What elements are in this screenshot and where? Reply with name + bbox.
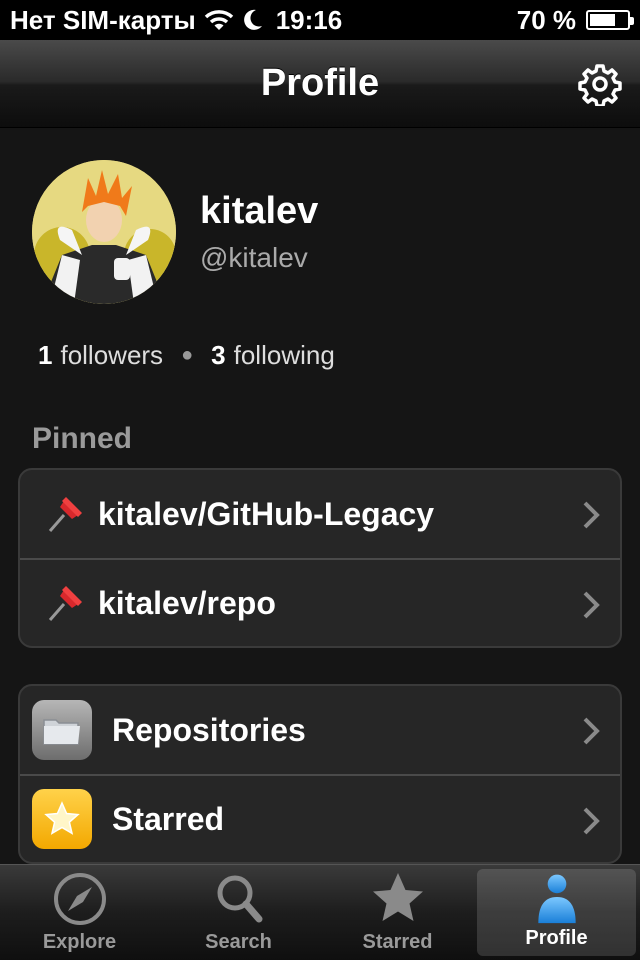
tab-search[interactable]: Search bbox=[159, 865, 318, 960]
pinned-item-label: kitalev/GitHub-Legacy bbox=[98, 495, 435, 532]
pinned-item-label: kitalev/repo bbox=[98, 584, 276, 621]
person-icon bbox=[537, 874, 576, 924]
pinned-item[interactable]: kitalev/GitHub-Legacy bbox=[20, 470, 620, 558]
tab-label: Search bbox=[205, 931, 272, 953]
pushpin-icon bbox=[48, 497, 82, 532]
starred-row[interactable]: Starred bbox=[20, 774, 620, 862]
tab-label: Explore bbox=[42, 931, 117, 953]
compass-icon bbox=[53, 873, 106, 925]
tab-explore[interactable]: Explore bbox=[0, 865, 159, 960]
chevron-right-icon bbox=[583, 807, 600, 835]
separator-dot: ● bbox=[181, 344, 194, 366]
following-label: following bbox=[233, 340, 335, 370]
followers-label: followers bbox=[60, 340, 164, 370]
star-icon bbox=[372, 873, 423, 921]
chevron-right-icon bbox=[583, 717, 600, 745]
tab-starred[interactable]: Starred bbox=[318, 865, 477, 960]
pushpin-icon bbox=[48, 586, 82, 621]
repositories-label: Repositories bbox=[112, 711, 306, 748]
tab-label: Profile bbox=[525, 927, 588, 949]
avatar[interactable] bbox=[32, 160, 176, 304]
status-right: 70 % bbox=[516, 4, 634, 36]
battery-fill bbox=[590, 14, 616, 26]
status-time: 19:16 bbox=[275, 4, 343, 35]
page-title: Profile bbox=[260, 62, 380, 104]
following-count: 3 bbox=[211, 340, 226, 370]
wifi-icon bbox=[204, 10, 233, 30]
moon-icon bbox=[243, 9, 262, 30]
followers-link[interactable]: 1 followers bbox=[38, 340, 163, 371]
folder-icon bbox=[32, 700, 92, 760]
followers-count: 1 bbox=[38, 340, 53, 370]
status-bar: Нет SIM-карты 19:16 70 % bbox=[0, 0, 640, 40]
following-link[interactable]: 3 following bbox=[211, 340, 335, 371]
follow-stats: 1 followers ● 3 following bbox=[38, 340, 335, 371]
search-icon bbox=[217, 875, 262, 923]
battery-icon bbox=[586, 10, 634, 30]
status-left: Нет SIM-карты 19:16 bbox=[10, 5, 342, 36]
profile-handle: @kitalev bbox=[200, 242, 308, 273]
pinned-item[interactable]: kitalev/repo bbox=[20, 558, 620, 646]
carrier-label: Нет SIM-карты bbox=[10, 4, 196, 35]
section-header-pinned: Pinned bbox=[32, 422, 133, 455]
avatar-image bbox=[32, 160, 176, 304]
repositories-row[interactable]: Repositories bbox=[20, 686, 620, 774]
tab-profile[interactable]: Profile bbox=[477, 869, 636, 956]
chevron-right-icon bbox=[583, 501, 600, 529]
tab-bar: Explore Search Starred Profile bbox=[0, 864, 640, 960]
star-icon bbox=[32, 789, 92, 849]
starred-label: Starred bbox=[112, 800, 225, 837]
gear-icon[interactable] bbox=[578, 62, 622, 106]
chevron-right-icon bbox=[583, 591, 600, 619]
profile-menu-list: Repositories Starred bbox=[18, 684, 622, 864]
navigation-bar: Profile bbox=[0, 40, 640, 128]
tab-label: Starred bbox=[362, 931, 433, 953]
profile-name: kitalev bbox=[200, 190, 319, 232]
battery-percent: 70 % bbox=[516, 4, 576, 35]
pinned-list: kitalev/GitHub-Legacy kitalev/repo bbox=[18, 468, 622, 648]
